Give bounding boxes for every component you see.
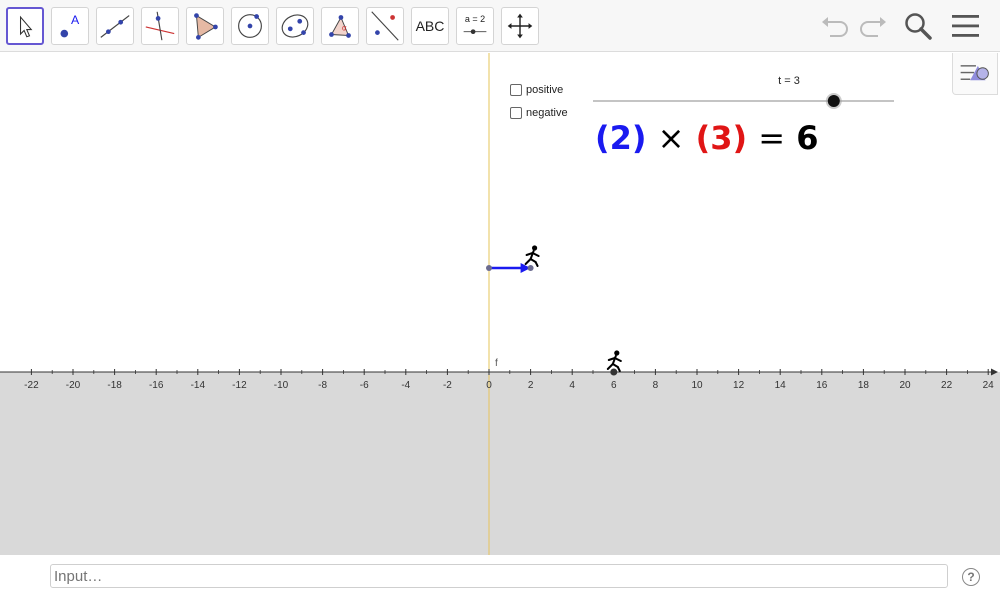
equation-left-open: ( — [595, 119, 610, 157]
checkbox-box[interactable] — [510, 107, 522, 119]
style-bar-toggle[interactable] — [952, 53, 998, 95]
text-icon: ABC — [415, 18, 445, 34]
runner-part — [534, 261, 539, 267]
line-icon — [100, 15, 130, 38]
move-graphics-tool[interactable] — [501, 7, 539, 45]
x-axis-tick-label: -8 — [318, 380, 327, 391]
angle-tool[interactable]: α — [321, 7, 359, 45]
polygon-icon — [194, 13, 218, 40]
equation-left-close: ) — [631, 119, 647, 157]
runner-part — [524, 258, 532, 265]
x-axis-tick-label: 14 — [775, 380, 787, 391]
equation-right-value: 3 — [710, 119, 733, 157]
conic-tool[interactable] — [276, 7, 314, 45]
reflect-icon — [371, 11, 399, 41]
help-icon[interactable]: ? — [962, 568, 980, 586]
toolbar: A α ABC a = 2 — [0, 0, 1000, 52]
algebra-input[interactable] — [50, 564, 948, 588]
x-axis-tick-label: 16 — [816, 380, 828, 391]
move-graphics-icon — [507, 13, 533, 39]
text-tool[interactable]: ABC — [411, 7, 449, 45]
perpendicular-tool[interactable] — [141, 7, 179, 45]
x-axis-tick-label: 20 — [899, 380, 911, 391]
slider-tool[interactable]: a = 2 — [456, 7, 494, 45]
x-axis-tick-label: 24 — [983, 380, 995, 391]
runner-figure-vector — [524, 245, 540, 267]
x-axis-tick-label: -6 — [360, 380, 369, 391]
x-axis-tick-label: -10 — [274, 380, 289, 391]
search-button[interactable] — [901, 10, 935, 42]
runner-part — [616, 366, 621, 372]
perpendicular-line-icon — [145, 11, 175, 41]
vector-end-point[interactable] — [527, 265, 534, 271]
redo-icon — [860, 17, 886, 37]
runner-part — [532, 245, 538, 251]
vector-start-point[interactable] — [486, 265, 492, 271]
x-axis-tick-label: 22 — [941, 380, 953, 391]
undo-icon — [822, 17, 848, 37]
x-axis-tick-label: 8 — [653, 380, 659, 391]
equation-equals: = — [758, 119, 786, 157]
redo-button[interactable] — [856, 10, 890, 42]
x-axis-tick-label: -22 — [24, 380, 39, 391]
checkbox-label: positive — [526, 84, 564, 96]
equation-result: 6 — [796, 119, 819, 157]
polygon-tool[interactable] — [186, 7, 224, 45]
runner-part — [613, 357, 622, 362]
checkbox-positive[interactable]: positive — [510, 84, 563, 96]
x-axis-tick-label: 6 — [611, 380, 617, 391]
runner-part — [606, 363, 614, 370]
checkbox-label: negative — [526, 107, 568, 119]
runner-part — [614, 350, 620, 356]
point-tool[interactable]: A — [51, 7, 89, 45]
x-axis-tick-label: 12 — [733, 380, 745, 391]
style-bar-icon — [960, 65, 989, 81]
input-bar: ? — [0, 555, 1000, 600]
svg-text:α: α — [342, 24, 347, 33]
ellipse-icon — [281, 14, 309, 38]
x-axis-tick-label: -14 — [191, 380, 206, 391]
graphics-view[interactable]: -22 -20 -18 -16 -14 -12 -10 -8 -6 -4 -2 0 2 4 6 8 10 12 14… — [0, 53, 1000, 555]
equation-left-value: 2 — [609, 119, 632, 157]
x-axis-tick-label: 4 — [569, 380, 575, 391]
line-tool[interactable] — [96, 7, 134, 45]
checkbox-box[interactable] — [510, 84, 522, 96]
checkbox-negative[interactable]: negative — [510, 107, 568, 119]
x-axis-tick-label: -16 — [149, 380, 164, 391]
multiplication-equation: (2) × (3) = 6 — [595, 119, 818, 157]
angle-icon: α — [329, 15, 351, 38]
x-axis-tick-label: 0 — [486, 380, 492, 391]
slider-icon — [463, 29, 487, 35]
circle-icon — [238, 14, 262, 38]
slider-label: t = 3 — [778, 75, 800, 87]
menu-icon — [952, 15, 979, 37]
circle-tool[interactable] — [231, 7, 269, 45]
x-axis-tick-label: 18 — [858, 380, 870, 391]
runner-point[interactable] — [610, 368, 618, 376]
undo-button[interactable] — [818, 10, 852, 42]
search-icon — [905, 13, 932, 40]
equation-right-open: ( — [695, 119, 711, 157]
reflect-tool[interactable] — [366, 7, 404, 45]
runner-figure-axis — [606, 350, 622, 372]
runner-part — [531, 252, 540, 257]
graphics-canvas[interactable]: -22 -20 -18 -16 -14 -12 -10 -8 -6 -4 -2 0 2 4 6 8 10 12 14… — [0, 53, 1000, 555]
x-axis-tick-label: -18 — [107, 380, 122, 391]
equation-right-close: ) — [732, 119, 748, 157]
lower-shaded-area — [0, 372, 1000, 555]
arrow-cursor-icon — [19, 15, 33, 38]
x-axis-tick-label: 2 — [528, 380, 534, 391]
svg-text:A: A — [71, 13, 80, 27]
equation-times: × — [657, 119, 685, 157]
move-tool[interactable] — [6, 7, 44, 45]
point-icon: A — [60, 13, 80, 38]
x-axis-tick-label: -2 — [443, 380, 452, 391]
x-axis-tick-label: -4 — [401, 380, 410, 391]
main-menu-button[interactable] — [949, 10, 983, 42]
slider-knob[interactable] — [827, 95, 840, 107]
x-axis-tick-label: 10 — [691, 380, 703, 391]
x-axis-tick-label: -20 — [66, 380, 81, 391]
function-label: f — [495, 358, 498, 369]
x-axis-tick-label: -12 — [232, 380, 247, 391]
